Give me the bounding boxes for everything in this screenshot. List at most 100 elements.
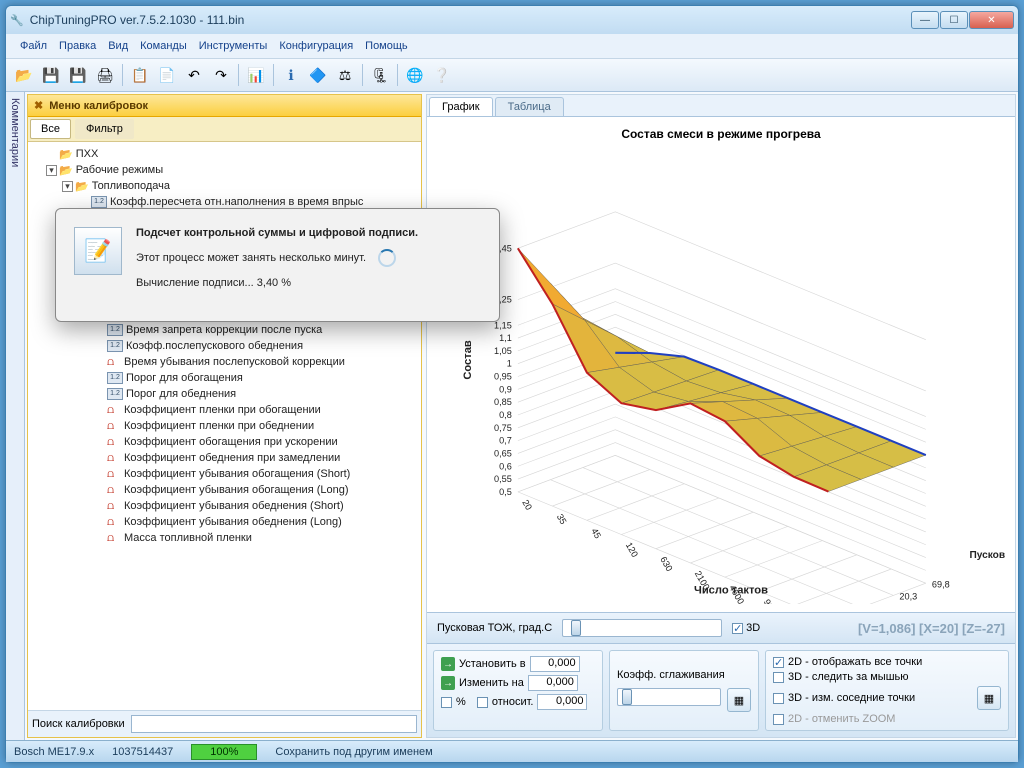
progress-dialog: 📝 Подсчет контрольной суммы и цифровой п… — [55, 208, 500, 322]
axis-slider[interactable] — [562, 619, 722, 637]
svg-text:0,6: 0,6 — [499, 461, 512, 471]
svg-text:0,9: 0,9 — [499, 384, 512, 394]
rel-value[interactable]: 0,000 — [537, 694, 587, 710]
status-ecu: Bosch ME17.9.x — [14, 746, 94, 758]
paste-icon[interactable]: 📄 — [155, 63, 179, 87]
status-bar: Bosch ME17.9.x 1037514437 100% Сохранить… — [6, 740, 1018, 762]
pct-checkbox[interactable] — [441, 697, 452, 708]
tree-item[interactable]: 📂ПХХ — [30, 146, 419, 162]
maximize-button[interactable]: ☐ — [940, 11, 968, 29]
edit-controls: →Установить в0,000 →Изменить на0,000 % о… — [427, 643, 1015, 737]
coordinate-readout: [V=1,086] [X=20] [Z=-27] — [858, 621, 1005, 636]
undo-icon[interactable]: ↶ — [182, 63, 206, 87]
svg-text:20: 20 — [520, 498, 534, 512]
calibration-panel: ✖ Меню калибровок Все Фильтр 📂ПХХ▾📂Рабоч… — [27, 94, 422, 738]
tree-item[interactable]: 1.2Порог для обогащения — [30, 370, 419, 386]
menu-help[interactable]: Помощь — [361, 38, 412, 54]
copy-icon[interactable]: 📋 — [128, 63, 152, 87]
surface-chart: 0,50,550,60,650,70,750,80,850,90,9511,05… — [457, 157, 1005, 604]
tree-item[interactable]: ⩍Коэффициент обогащения при ускорении — [30, 434, 419, 450]
svg-text:Пусковая ТОЖ: Пусковая ТОЖ — [969, 550, 1005, 561]
info-icon[interactable]: ℹ — [279, 63, 303, 87]
menu-tools[interactable]: Инструменты — [195, 38, 272, 54]
svg-text:1,1: 1,1 — [499, 333, 512, 343]
tree-item[interactable]: ⩍Коэффициент убывания обогащения (Short) — [30, 466, 419, 482]
minimize-button[interactable]: — — [911, 11, 939, 29]
app-window: 🔧 ChipTuningPRO ver.7.5.2.1030 - 111.bin… — [5, 5, 1019, 763]
smooth-slider[interactable] — [617, 688, 721, 706]
svg-text:Состав: Состав — [462, 340, 474, 380]
comments-tab[interactable]: Комментарии — [6, 92, 25, 740]
opt1-checkbox[interactable]: ✓ — [773, 657, 784, 668]
tab-chart[interactable]: График — [429, 97, 493, 116]
status-message: Сохранить под другим именем — [275, 746, 432, 758]
tree-item[interactable]: ▾📂Топливоподача — [30, 178, 419, 194]
svg-text:0,8: 0,8 — [499, 410, 512, 420]
web-icon[interactable]: 🌐 — [403, 63, 427, 87]
search-bar: Поиск калибровки — [28, 710, 421, 737]
redo-icon[interactable]: ↷ — [209, 63, 233, 87]
set-value[interactable]: 0,000 — [530, 656, 580, 672]
change-label: Изменить на — [459, 677, 524, 689]
tree-item[interactable]: 1.2Время запрета коррекции после пуска — [30, 322, 419, 338]
saveas-icon[interactable]: 💾 — [66, 63, 90, 87]
search-label: Поиск калибровки — [32, 718, 125, 730]
menu-bar: Файл Правка Вид Команды Инструменты Конф… — [6, 34, 1018, 59]
menu-file[interactable]: Файл — [16, 38, 51, 54]
search-input[interactable] — [131, 715, 417, 733]
titlebar[interactable]: 🔧 ChipTuningPRO ver.7.5.2.1030 - 111.bin… — [6, 6, 1018, 34]
tree-item[interactable]: ⩍Коэффициент пленки при обогащении — [30, 402, 419, 418]
tab-all[interactable]: Все — [30, 119, 71, 139]
opt2-checkbox[interactable] — [773, 672, 784, 683]
tree-item[interactable]: ⩍Время убывания послепусковой коррекции — [30, 354, 419, 370]
dialog-line1: Этот процесс может занять несколько мину… — [136, 252, 366, 264]
tree-item[interactable]: 1.2Порог для обеднения — [30, 386, 419, 402]
analyze-icon[interactable]: 📊 — [244, 63, 268, 87]
svg-text:630: 630 — [658, 555, 674, 573]
set-arrow-icon[interactable]: → — [441, 657, 455, 671]
svg-text:1: 1 — [507, 359, 512, 369]
checksum-icon[interactable]: 🔷 — [306, 63, 330, 87]
tree-item[interactable]: ⩍Коэффициент убывания обеднения (Long) — [30, 514, 419, 530]
svg-text:0,95: 0,95 — [494, 372, 512, 382]
open-icon[interactable]: 📂 — [12, 63, 36, 87]
checkbox-3d[interactable]: ✓3D — [732, 622, 760, 634]
menu-config[interactable]: Конфигурация — [275, 38, 357, 54]
menu-edit[interactable]: Правка — [55, 38, 100, 54]
tree-item[interactable]: ⩍Коэффициент обеднения при замедлении — [30, 450, 419, 466]
panel-title: Меню калибровок — [49, 100, 148, 112]
grid-button[interactable]: ▦ — [977, 686, 1001, 710]
apply-smooth-button[interactable]: ▦ — [727, 688, 751, 712]
rel-checkbox[interactable] — [477, 697, 488, 708]
svg-text:0,75: 0,75 — [494, 423, 512, 433]
opt3-checkbox[interactable] — [773, 693, 784, 704]
tab-table[interactable]: Таблица — [495, 97, 564, 116]
compress-icon[interactable]: 🗜 — [368, 63, 392, 87]
tree-item[interactable]: ⩍Коэффициент убывания обогащения (Long) — [30, 482, 419, 498]
panel-close-icon[interactable]: ✖ — [34, 99, 43, 112]
change-arrow-icon[interactable]: → — [441, 676, 455, 690]
tab-filter[interactable]: Фильтр — [75, 119, 134, 139]
tree-item[interactable]: 1.2Коэфф.послепускового обеднения — [30, 338, 419, 354]
tree-item[interactable]: ⩍Коэффициент убывания обеднения (Short) — [30, 498, 419, 514]
dialog-title: Подсчет контрольной суммы и цифровой под… — [136, 227, 481, 239]
svg-text:0,85: 0,85 — [494, 397, 512, 407]
tree-item[interactable]: ⩍Коэффициент пленки при обеднении — [30, 418, 419, 434]
scale-icon[interactable]: ⚖ — [333, 63, 357, 87]
opt4-checkbox[interactable] — [773, 714, 784, 725]
svg-text:Число тактов: Число тактов — [694, 584, 768, 596]
help-icon[interactable]: ❔ — [430, 63, 454, 87]
svg-text:9200: 9200 — [762, 597, 781, 603]
print-icon[interactable]: 🖨 — [93, 63, 117, 87]
set-label: Установить в — [459, 658, 526, 670]
save-icon[interactable]: 💾 — [39, 63, 63, 87]
menu-commands[interactable]: Команды — [136, 38, 191, 54]
chart-title: Состав смеси в режиме прогрева — [427, 117, 1015, 151]
change-value[interactable]: 0,000 — [528, 675, 578, 691]
chart-area[interactable]: Состав смеси в режиме прогрева 0,50,550,… — [427, 117, 1015, 612]
dialog-icon: 📝 — [74, 227, 122, 275]
tree-item[interactable]: ⩍Масса топливной пленки — [30, 530, 419, 546]
menu-view[interactable]: Вид — [104, 38, 132, 54]
close-button[interactable]: ✕ — [969, 11, 1014, 29]
tree-item[interactable]: ▾📂Рабочие режимы — [30, 162, 419, 178]
